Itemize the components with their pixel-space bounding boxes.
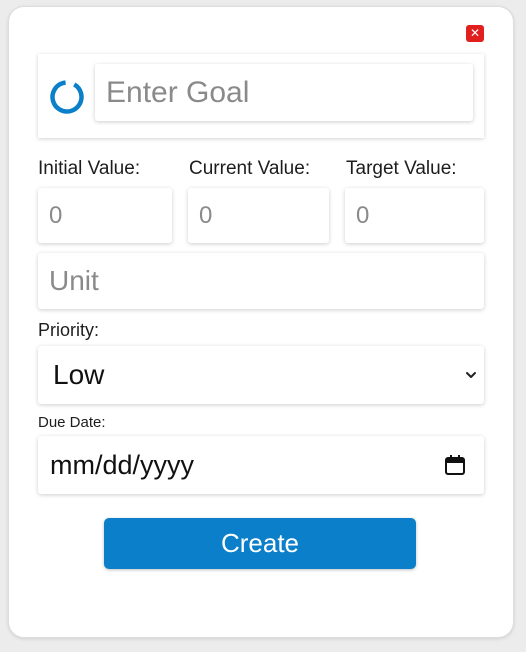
unit-input[interactable]	[38, 253, 484, 309]
priority-label: Priority:	[38, 320, 100, 340]
target-value-label: Target Value:	[346, 158, 457, 179]
close-button[interactable]: ✕	[466, 25, 484, 42]
current-value-label: Current Value:	[189, 158, 311, 179]
initial-value-input[interactable]	[38, 188, 172, 243]
due-date-label: Due Date:	[38, 414, 106, 431]
goal-header	[38, 54, 484, 138]
initial-value-label: Initial Value:	[38, 158, 141, 179]
calendar-icon[interactable]	[443, 453, 467, 477]
priority-select[interactable]: Low	[38, 346, 484, 404]
chevron-down-icon	[466, 372, 476, 378]
due-date-input[interactable]: mm/dd/yyyy	[38, 436, 484, 494]
due-date-placeholder: mm/dd/yyyy	[50, 449, 195, 480]
target-value-input[interactable]	[345, 188, 484, 243]
progress-ring-icon	[50, 80, 84, 114]
goal-input[interactable]	[95, 64, 473, 121]
priority-selected-value: Low	[53, 359, 105, 390]
current-value-input[interactable]	[188, 188, 329, 243]
create-button[interactable]: Create	[104, 518, 416, 569]
